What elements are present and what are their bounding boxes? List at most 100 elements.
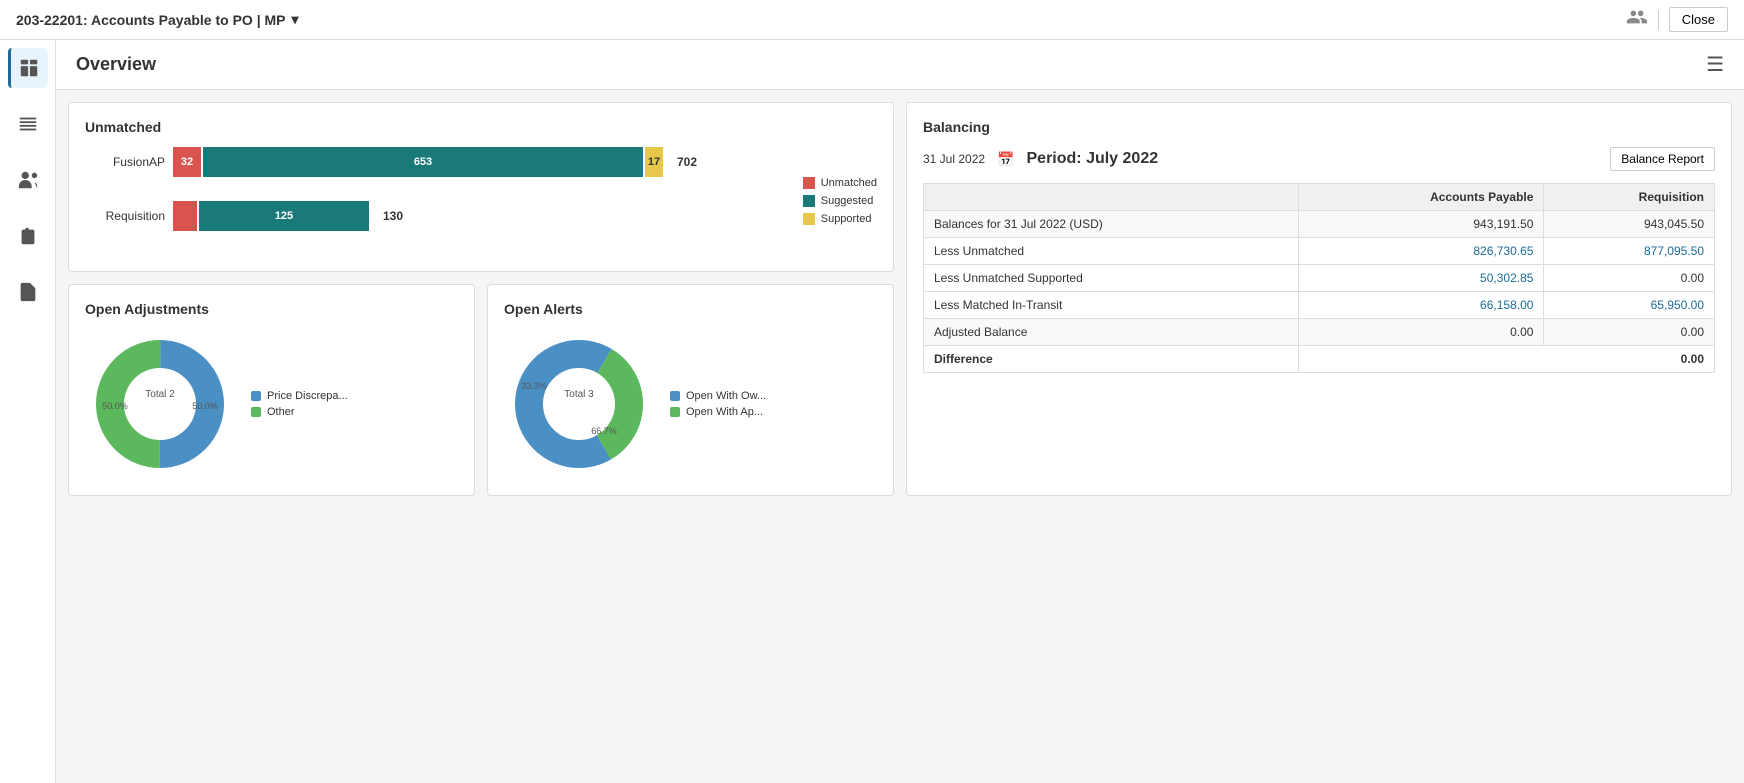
svg-text:50.0%: 50.0%: [192, 401, 218, 411]
balance-row-req[interactable]: 877,095.50: [1544, 238, 1715, 265]
svg-text:Total 3: Total 3: [564, 389, 594, 400]
legend-item-open-ap: Open With Ap...: [670, 406, 766, 418]
balance-row-label: Less Matched In-Transit: [924, 292, 1299, 319]
bar-teal-fusionap: 653: [203, 147, 643, 177]
divider: [1658, 10, 1659, 30]
overview-title: Overview: [76, 54, 156, 75]
sidebar: [0, 40, 56, 783]
main-content: Overview ☰ Unmatched FusionAP: [56, 40, 1744, 783]
legend-label-open-ap: Open With Ap...: [686, 406, 763, 418]
balance-row-req: 0.00: [1544, 319, 1715, 346]
legend-dot-red: [803, 177, 815, 189]
sidebar-item-overview[interactable]: [8, 48, 48, 88]
balance-table-row: Less Unmatched Supported50,302.850.00: [924, 265, 1715, 292]
balance-table: Accounts Payable Requisition Balances fo…: [923, 183, 1715, 373]
open-alerts-card: Open Alerts Total 3 33.3% 66.7%: [487, 284, 894, 496]
unmatched-title: Unmatched: [85, 119, 877, 135]
balancing-card: Balancing 31 Jul 2022 📅 Period: July 202…: [906, 102, 1732, 496]
bar-red-requisition: [173, 201, 197, 231]
close-button[interactable]: Close: [1669, 7, 1728, 32]
balance-report-button[interactable]: Balance Report: [1610, 147, 1715, 171]
legend-label-supported: Supported: [821, 213, 872, 225]
bar-row-fusionap: FusionAP 32 653 17 702: [85, 147, 783, 177]
legend-label-unmatched: Unmatched: [821, 177, 877, 189]
sidebar-item-users[interactable]: [8, 160, 48, 200]
bar-yellow-fusionap: 17: [645, 147, 663, 177]
dashboard-left: Unmatched FusionAP 32 653 17: [68, 102, 894, 496]
balance-table-row: Balances for 31 Jul 2022 (USD)943,191.50…: [924, 211, 1715, 238]
legend-unmatched: Unmatched: [803, 177, 877, 189]
legend-dot-open-ap: [670, 407, 680, 417]
bars-section: FusionAP 32 653 17 702 Requisition: [85, 147, 783, 255]
top-bar-actions: Close: [1626, 6, 1728, 33]
open-alerts-chart: Total 3 33.3% 66.7% Open With Ow...: [504, 329, 877, 479]
sidebar-item-reports[interactable]: [8, 216, 48, 256]
dropdown-icon[interactable]: ▾: [292, 11, 299, 28]
legend-dot-price: [251, 391, 261, 401]
balancing-title: Balancing: [923, 119, 1715, 135]
bar-container-requisition: 125: [173, 201, 369, 231]
legend-label-other: Other: [267, 406, 295, 418]
user-icon[interactable]: [1626, 6, 1648, 33]
main-layout: Overview ☰ Unmatched FusionAP: [0, 40, 1744, 783]
balance-table-row: Adjusted Balance0.000.00: [924, 319, 1715, 346]
balance-row-ap: 0.00: [1298, 319, 1544, 346]
sidebar-item-list[interactable]: [8, 104, 48, 144]
col-header-label: [924, 184, 1299, 211]
bar-chart-wrapper: FusionAP 32 653 17 702 Requisition: [85, 147, 877, 255]
balance-row-ap[interactable]: 50,302.85: [1298, 265, 1544, 292]
page-title: 203-22201: Accounts Payable to PO | MP ▾: [16, 11, 299, 28]
balance-row-req[interactable]: 65,950.00: [1544, 292, 1715, 319]
legend-label-suggested: Suggested: [821, 195, 874, 207]
menu-icon[interactable]: ☰: [1706, 52, 1724, 77]
balancing-date: 31 Jul 2022: [923, 152, 985, 166]
open-alerts-legend: Open With Ow... Open With Ap...: [670, 390, 766, 418]
balance-row-ap: 943,191.50: [1298, 211, 1544, 238]
balance-row-label: Balances for 31 Jul 2022 (USD): [924, 211, 1299, 238]
balance-row-ap[interactable]: 826,730.65: [1298, 238, 1544, 265]
calendar-icon[interactable]: 📅: [997, 151, 1014, 168]
donut-svg-alerts: Total 3 33.3% 66.7%: [504, 329, 654, 479]
unmatched-card: Unmatched FusionAP 32 653 17: [68, 102, 894, 272]
svg-text:50.0%: 50.0%: [102, 401, 128, 411]
legend-section: Unmatched Suggested Supported: [783, 147, 877, 255]
balance-row-ap[interactable]: 66,158.00: [1298, 292, 1544, 319]
bar-total-fusionap: 702: [677, 155, 697, 169]
balance-table-header: Accounts Payable Requisition: [924, 184, 1715, 211]
balance-table-row: Less Matched In-Transit66,158.0065,950.0…: [924, 292, 1715, 319]
svg-text:Total 2: Total 2: [145, 389, 175, 400]
balance-row-label: Less Unmatched Supported: [924, 265, 1299, 292]
balance-table-row: Less Unmatched826,730.65877,095.50: [924, 238, 1715, 265]
donut-row: Open Adjustments Total 2 50.0% 50.0%: [68, 284, 894, 496]
legend-label-open-owner: Open With Ow...: [686, 390, 766, 402]
bar-total-requisition: 130: [383, 209, 403, 223]
balance-table-row: Difference0.00: [924, 346, 1715, 373]
open-alerts-title: Open Alerts: [504, 301, 877, 317]
bar-label-fusionap: FusionAP: [85, 155, 165, 169]
balance-row-label: Difference: [924, 346, 1299, 373]
donut-svg-adjustments: Total 2 50.0% 50.0%: [85, 329, 235, 479]
svg-text:33.3%: 33.3%: [521, 381, 547, 391]
dashboard: Unmatched FusionAP 32 653 17: [56, 90, 1744, 508]
legend-supported: Supported: [803, 213, 877, 225]
balance-row-label: Adjusted Balance: [924, 319, 1299, 346]
bar-row-requisition: Requisition 125 130: [85, 201, 783, 231]
open-adjustments-card: Open Adjustments Total 2 50.0% 50.0%: [68, 284, 475, 496]
bar-teal-requisition: 125: [199, 201, 369, 231]
bar-container-fusionap: 32 653 17: [173, 147, 663, 177]
legend-dot-yellow: [803, 213, 815, 225]
legend-dot-open-owner: [670, 391, 680, 401]
open-adjustments-title: Open Adjustments: [85, 301, 458, 317]
svg-text:66.7%: 66.7%: [591, 426, 617, 436]
legend-item-other: Other: [251, 406, 348, 418]
legend-label-price: Price Discrepa...: [267, 390, 348, 402]
sidebar-item-audit[interactable]: [8, 272, 48, 312]
legend-item-open-owner: Open With Ow...: [670, 390, 766, 402]
balancing-period: Period: July 2022: [1027, 150, 1599, 168]
balance-row-req: 943,045.50: [1544, 211, 1715, 238]
balance-row-req: 0.00: [1544, 265, 1715, 292]
balance-row-label: Less Unmatched: [924, 238, 1299, 265]
title-text: 203-22201: Accounts Payable to PO | MP: [16, 12, 286, 28]
col-header-req: Requisition: [1544, 184, 1715, 211]
bar-label-requisition: Requisition: [85, 209, 165, 223]
